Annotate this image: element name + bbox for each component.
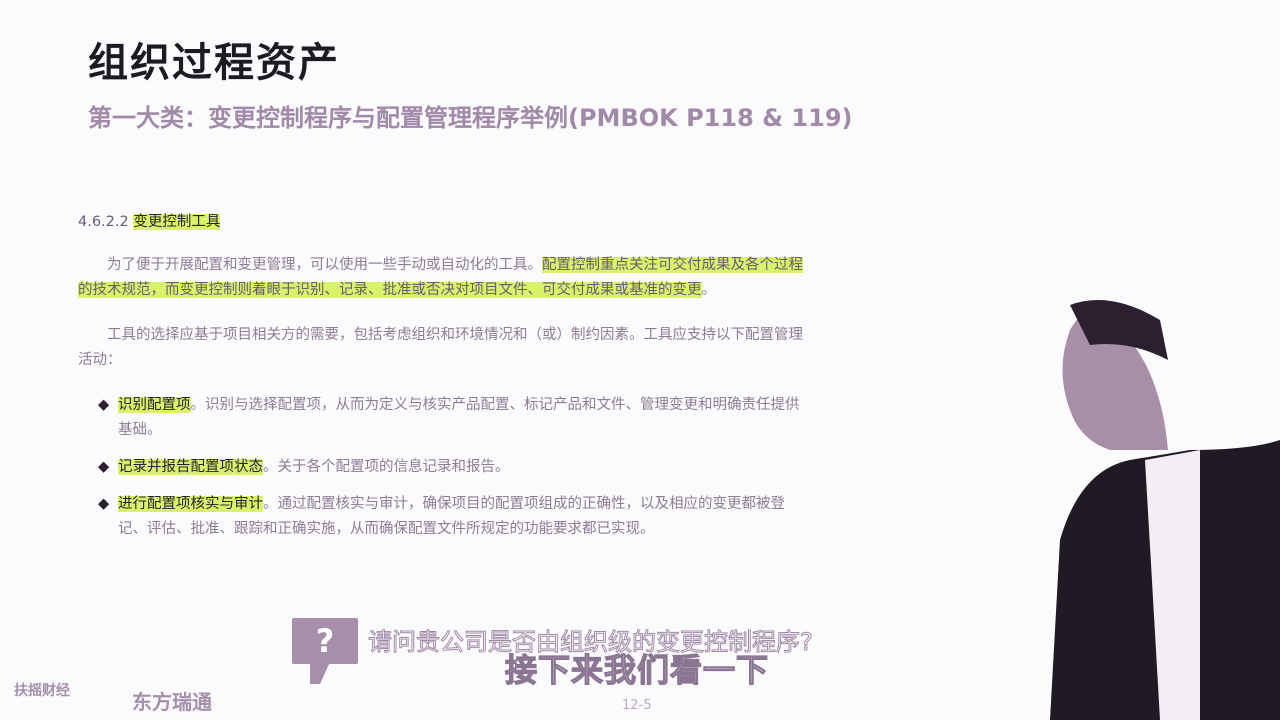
bullet-text: 。识别与选择配置项，从而为定义与核实产品配置、标记产品和文件、管理变更和明确责任… [118, 397, 800, 438]
section-title: 变更控制工具 [133, 214, 221, 230]
bullet-item: ◆ 进行配置项核实与审计。通过配置核实与审计，确保项目的配置项组成的正确性，以及相… [78, 492, 813, 542]
brand-logo: 扶摇财经 [14, 683, 70, 699]
brand-logo-dongfang: 东方瑞通 [132, 690, 212, 714]
diamond-bullet-icon: ◆ [98, 397, 110, 413]
paragraph-1: 为了便于开展配置和变更管理，可以使用一些手动或自动化的工具。配置控制重点关注可交… [78, 253, 813, 303]
diamond-bullet-icon: ◆ [98, 496, 110, 512]
page-number: 12-5 [622, 698, 652, 713]
slide-subtitle: 第一大类：变更控制程序与配置管理程序举例(PMBOK P118 & 119) [88, 104, 853, 132]
p1-text: 为了便于开展配置和变更管理，可以使用一些手动或自动化的工具。 [107, 257, 542, 273]
question-mark: ? [315, 622, 335, 660]
presenter-video [1050, 300, 1280, 720]
section-number: 4.6.2.2 [78, 214, 129, 230]
question-bubble-icon: ? [292, 618, 358, 684]
bullet-item: ◆ 识别配置项。识别与选择配置项，从而为定义与核实产品配置、标记产品和文件、管理变… [78, 393, 813, 443]
video-subtitle: 接下来我们看一下 [504, 650, 770, 689]
bullet-term: 进行配置项核实与审计 [118, 496, 263, 512]
document-excerpt: 4.6.2.2 变更控制工具 为了便于开展配置和变更管理，可以使用一些手动或自动… [78, 210, 813, 554]
bullet-item: ◆ 记录并报告配置项状态。关于各个配置项的信息记录和报告。 [78, 455, 813, 480]
bullet-term: 识别配置项 [118, 397, 191, 413]
paragraph-2: 工具的选择应基于项目相关方的需要，包括考虑组织和环境情况和（或）制约因素。工具应… [78, 327, 803, 368]
section-heading: 4.6.2.2 变更控制工具 [78, 210, 813, 235]
bullet-term: 记录并报告配置项状态 [118, 459, 263, 475]
p1-end: 。 [701, 282, 717, 298]
slide-title: 组织过程资产 [88, 40, 340, 86]
diamond-bullet-icon: ◆ [98, 459, 110, 475]
bullet-text: 。关于各个配置项的信息记录和报告。 [263, 459, 510, 475]
